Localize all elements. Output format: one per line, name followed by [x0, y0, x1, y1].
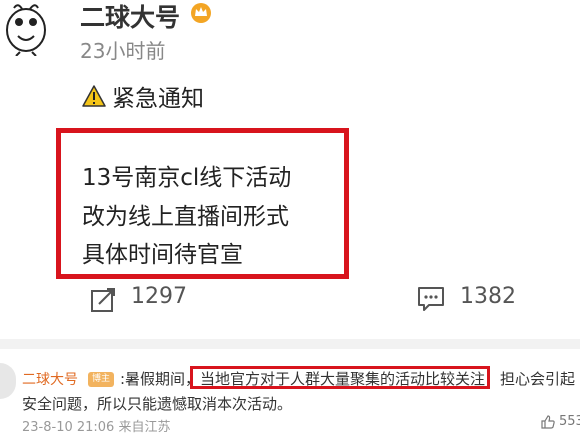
like-count: 553: [559, 414, 580, 429]
crown-icon: [191, 3, 211, 23]
repost-count: 1297: [131, 284, 187, 309]
post-timestamp: 23小时前: [80, 39, 166, 63]
author-badge: 博主: [88, 372, 114, 387]
like-icon[interactable]: [541, 415, 555, 429]
notice-line-3: 具体时间待官宣: [82, 242, 243, 268]
comment-highlight-box: [190, 366, 490, 389]
comment-icon[interactable]: [417, 286, 445, 312]
comment-avatar[interactable]: [0, 363, 16, 399]
notice-line-2: 改为线上直播间形式: [82, 204, 289, 230]
comment-count: 1382: [460, 284, 516, 309]
repost-icon[interactable]: [90, 286, 117, 313]
section-divider: [0, 339, 580, 349]
comment-meta: 23-8-10 21:06 来自江苏: [22, 420, 171, 435]
notice-line-1: 13号南京cl线下活动: [82, 165, 292, 191]
warning-icon: [82, 85, 106, 107]
warning-text: 紧急通知: [112, 86, 204, 112]
post-username[interactable]: 二球大号: [80, 0, 180, 34]
warning-row: 紧急通知: [82, 80, 204, 112]
comment-username[interactable]: 二球大号: [22, 369, 78, 389]
avatar[interactable]: [2, 0, 50, 56]
comment-text-line-2: 安全问题，所以只能遗憾取消本次活动。: [22, 395, 293, 413]
